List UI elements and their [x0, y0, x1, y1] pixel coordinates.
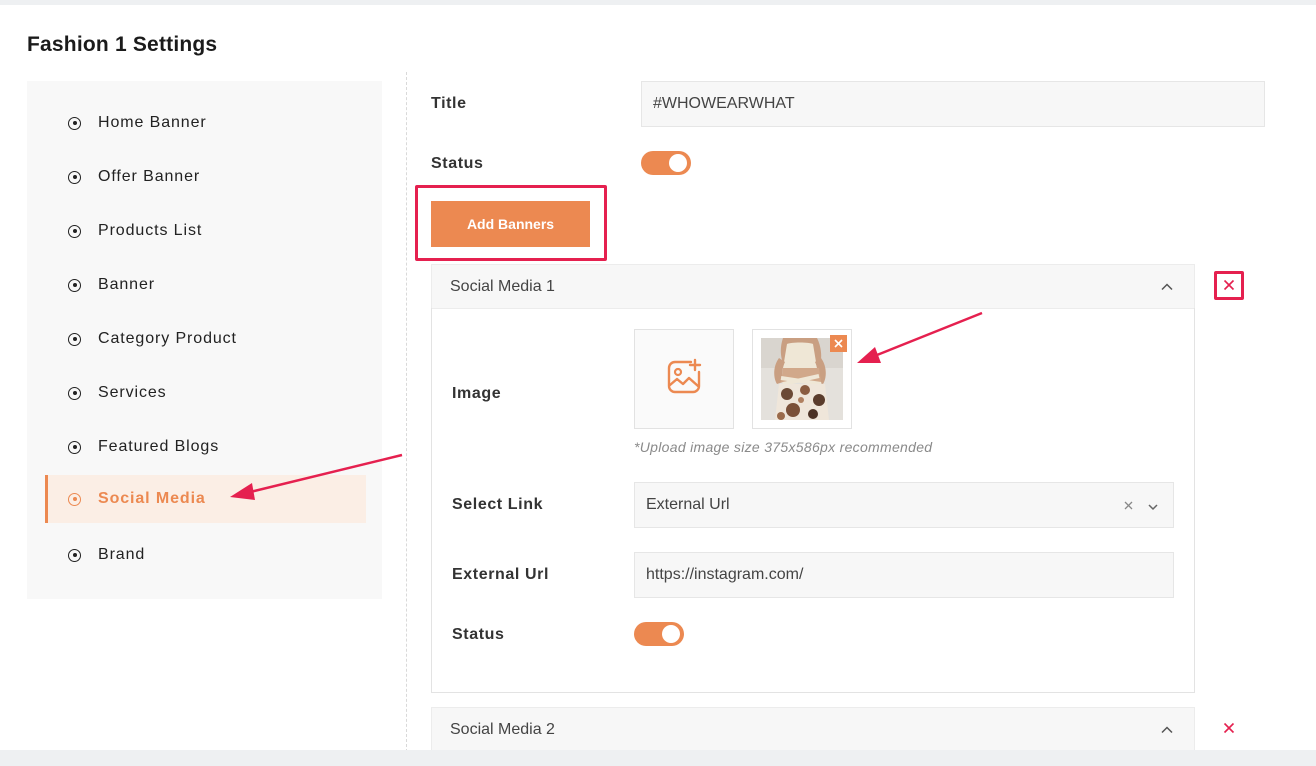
accordion-title: Social Media 1: [450, 277, 555, 295]
uploaded-image-thumbnail: [752, 329, 852, 429]
sidebar-item-label: Services: [98, 384, 167, 401]
radio-dot-icon: [68, 440, 81, 454]
radio-dot-icon: [68, 332, 81, 346]
sidebar-item-social-media[interactable]: Social Media: [45, 475, 366, 523]
image-add-icon: [665, 358, 703, 401]
status-label: Status: [431, 155, 484, 172]
sidebar-item-banner[interactable]: Banner: [45, 261, 366, 309]
sidebar-item-label: Offer Banner: [98, 168, 201, 185]
sidebar-item-category-product[interactable]: Category Product: [45, 315, 366, 363]
sidebar-item-label: Featured Blogs: [98, 438, 220, 455]
radio-dot-icon: [68, 278, 81, 292]
select-link-label: Select Link: [452, 496, 544, 513]
sidebar-item-label: Banner: [98, 276, 155, 293]
image-upload-button[interactable]: [634, 329, 734, 429]
settings-card: Fashion 1 Settings Home Banner Offer Ban…: [0, 5, 1316, 750]
sidebar-item-label: Category Product: [98, 330, 237, 347]
accordion-header-social-media-2[interactable]: Social Media 2: [431, 707, 1195, 750]
sidebar-item-featured-blogs[interactable]: Featured Blogs: [45, 423, 366, 471]
page-title: Fashion 1 Settings: [27, 33, 218, 56]
banner-status-toggle[interactable]: [634, 622, 684, 646]
chevron-up-icon: [1160, 723, 1174, 742]
accordion-header-social-media-1[interactable]: Social Media 1: [431, 264, 1195, 309]
radio-dot-icon: [68, 224, 81, 238]
chevron-down-icon: [1147, 500, 1159, 518]
select-link-dropdown[interactable]: External Url: [634, 482, 1174, 528]
image-size-hint: *Upload image size 375x586px recommended: [634, 439, 933, 455]
sidebar-item-brand[interactable]: Brand: [45, 531, 366, 579]
status-toggle[interactable]: [641, 151, 691, 175]
sidebar-item-products-list[interactable]: Products List: [45, 207, 366, 255]
radio-dot-icon: [68, 116, 81, 130]
banner-status-label: Status: [452, 626, 505, 643]
title-label: Title: [431, 95, 467, 112]
sidebar-item-label: Social Media: [98, 490, 206, 507]
accordion-title: Social Media 2: [450, 720, 555, 738]
sidebar-item-label: Home Banner: [98, 114, 207, 131]
chevron-up-icon: [1160, 280, 1174, 299]
sidebar-item-home-banner[interactable]: Home Banner: [45, 99, 366, 147]
radio-dot-icon: [68, 386, 81, 400]
annotation-highlight-box: [415, 185, 607, 261]
sidebar-item-label: Brand: [98, 546, 146, 563]
radio-dot-icon: [68, 170, 81, 184]
clear-icon[interactable]: [1124, 497, 1133, 513]
title-input[interactable]: #WHOWEARWHAT: [641, 81, 1265, 127]
section-divider: [406, 72, 407, 750]
external-url-label: External Url: [452, 566, 550, 583]
close-icon[interactable]: [1221, 720, 1237, 736]
external-url-input[interactable]: https://instagram.com/: [634, 552, 1174, 598]
settings-sidebar: Home Banner Offer Banner Products List B…: [27, 81, 382, 599]
radio-dot-icon: [68, 548, 81, 562]
annotation-highlight-box: [1214, 271, 1244, 300]
select-link-value: External Url: [646, 496, 730, 513]
remove-image-button[interactable]: [830, 335, 847, 352]
radio-dot-icon: [68, 492, 81, 506]
image-label: Image: [452, 385, 502, 402]
sidebar-item-services[interactable]: Services: [45, 369, 366, 417]
sidebar-item-label: Products List: [98, 222, 203, 239]
sidebar-item-offer-banner[interactable]: Offer Banner: [45, 153, 366, 201]
